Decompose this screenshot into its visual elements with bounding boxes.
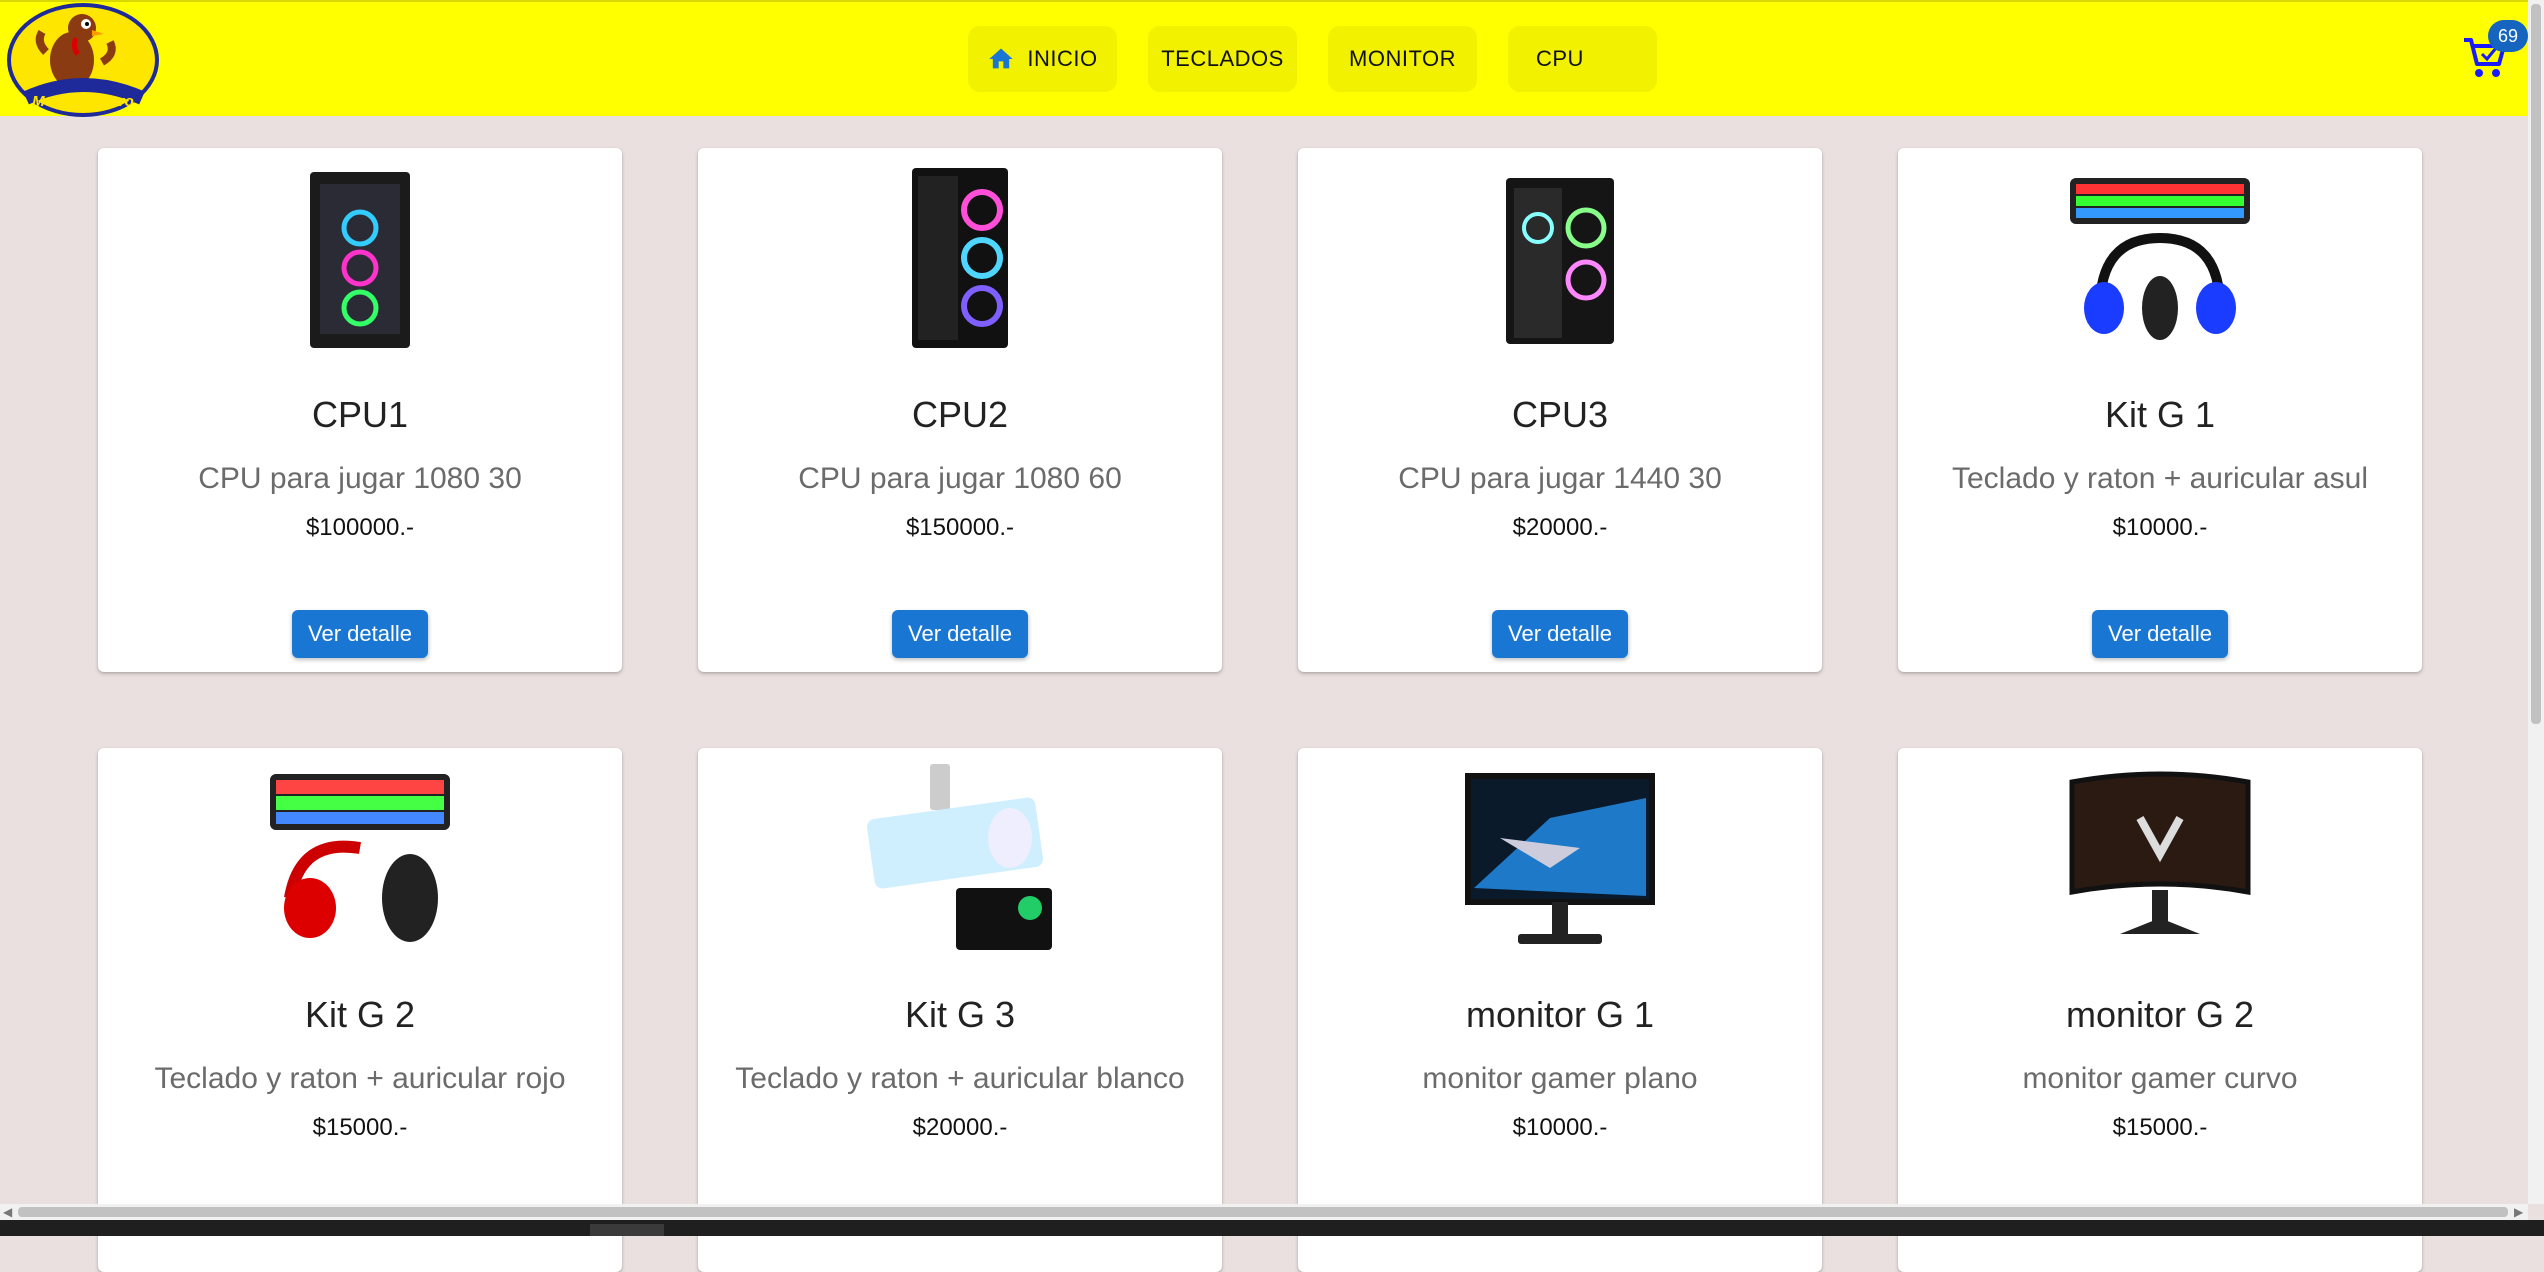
ver-detalle-button[interactable]: Ver detalle [892,610,1028,658]
pc-case-icon [1506,178,1614,344]
product-grid: CPU1 CPU para jugar 1080 30 $100000.- Ve… [0,0,2528,1272]
monitor-icon [1465,773,1655,944]
taskbar [0,1220,2544,1236]
monitor-icon [2069,771,2251,934]
product-title: CPU1 [311,394,409,435]
product-description: CPU para jugar 1440 30 [1398,462,1722,495]
product-description: CPU para jugar 1080 60 [798,462,1122,495]
product-title: CPU3 [1511,394,1609,435]
ver-detalle-button[interactable]: Ver detalle [2092,610,2228,658]
product-description: CPU para jugar 1080 30 [198,462,522,495]
gaming-kit-icon [866,764,1052,950]
product-card: CPU3 CPU para jugar 1440 30 $20000.- Ver… [1298,148,1822,672]
product-price: $10000.- [2112,514,2208,541]
product-title: monitor G 1 [1465,994,1655,1035]
product-description: monitor gamer plano [1422,1062,1698,1095]
product-card: Kit G 1 Teclado y raton + auricular asul… [1898,148,2422,672]
vertical-scrollbar[interactable] [2528,0,2544,1204]
gaming-kit-icon [270,774,450,942]
product-price: $15000.- [312,1114,408,1141]
product-card: monitor G 1 monitor gamer plano $10000.- [1298,748,1822,1272]
product-card: monitor G 2 monitor gamer curvo $15000.- [1898,748,2422,1272]
pc-case-icon [912,168,1008,348]
product-price: $15000.- [2112,1114,2208,1141]
pc-case-icon [310,172,410,348]
product-card: Kit G 3 Teclado y raton + auricular blan… [698,748,1222,1272]
product-title: Kit G 1 [2104,394,2216,435]
product-title: Kit G 3 [904,994,1016,1035]
gaming-kit-icon [2070,178,2250,340]
product-title: monitor G 2 [2065,994,2255,1035]
product-card: CPU1 CPU para jugar 1080 30 $100000.- Ve… [98,148,622,672]
product-description: monitor gamer curvo [2022,1062,2298,1095]
product-title: Kit G 2 [304,994,416,1035]
ver-detalle-button[interactable]: Ver detalle [1492,610,1628,658]
product-price: $20000.- [912,1114,1008,1141]
scroll-left-arrow-icon[interactable]: ◀ [3,1205,12,1219]
product-card: Kit G 2 Teclado y raton + auricular rojo… [98,748,622,1272]
product-title: CPU2 [911,394,1009,435]
product-description: Teclado y raton + auricular rojo [154,1062,566,1095]
horizontal-scroll-thumb[interactable] [18,1207,2508,1217]
product-card: CPU2 CPU para jugar 1080 60 $150000.- Ve… [698,148,1222,672]
taskbar-active-item[interactable] [590,1224,664,1236]
product-price: $100000.- [305,514,415,541]
product-description: Teclado y raton + auricular asul [1951,462,2369,495]
ver-detalle-button[interactable]: Ver detalle [292,610,428,658]
product-description: Teclado y raton + auricular blanco [735,1062,1185,1095]
vertical-scroll-thumb[interactable] [2531,4,2541,724]
product-price: $10000.- [1512,1114,1608,1141]
scroll-right-arrow-icon[interactable]: ▶ [2514,1205,2523,1219]
horizontal-scrollbar[interactable]: ◀ ▶ [0,1204,2528,1220]
product-price: $150000.- [905,514,1015,541]
product-price: $20000.- [1512,514,1608,541]
